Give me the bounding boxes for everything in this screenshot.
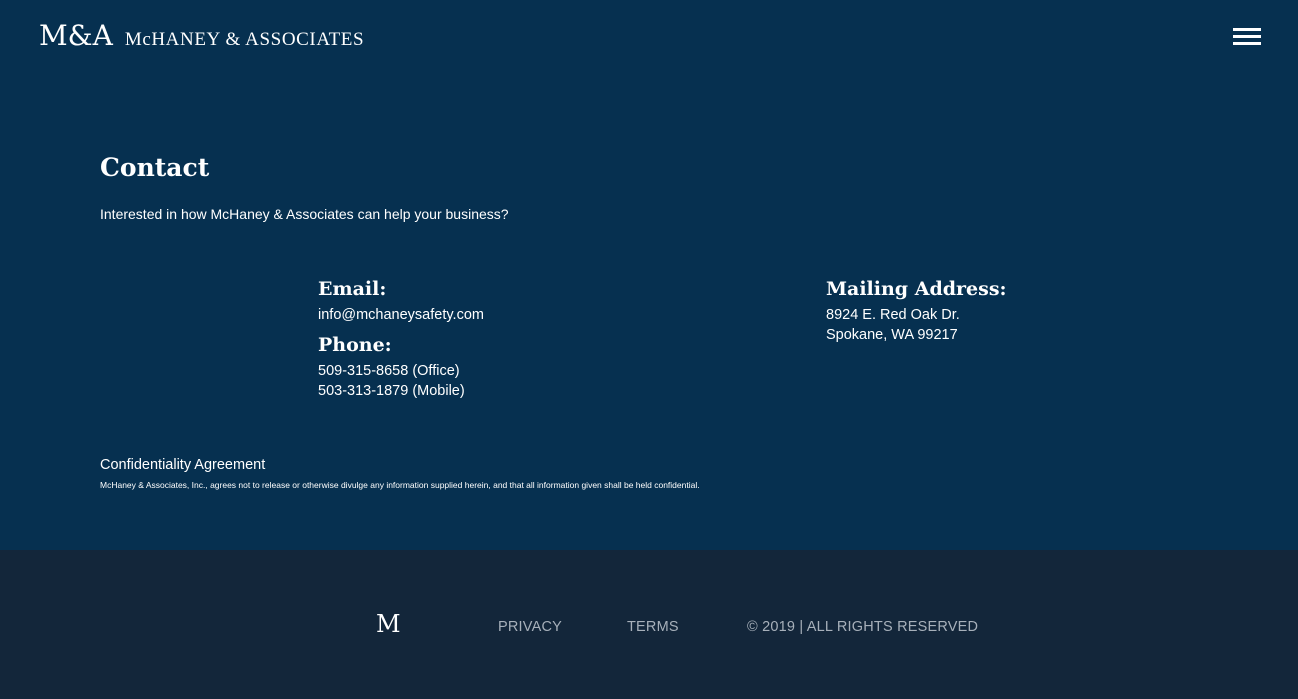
page-title: Contact [100,153,210,182]
main-section: M&A McHANEY & ASSOCIATES Contact Interes… [0,0,1298,550]
logo-wordmark: McHANEY & ASSOCIATES [124,29,365,50]
site-logo-link[interactable]: M&A McHANEY & ASSOCIATES [39,20,364,52]
privacy-link[interactable]: PRIVACY [498,617,562,637]
contact-intro-text: Interested in how McHaney & Associates c… [100,206,509,222]
mailing-address-heading: Mailing Address: [826,278,1007,300]
phone-office[interactable]: 509-315-8658 (Office) [318,361,484,381]
logo-monogram: M&A [39,19,113,52]
terms-link[interactable]: TERMS [627,617,679,637]
menu-bar-middle [1233,35,1261,38]
address-line-1: 8924 E. Red Oak Dr. [826,307,960,323]
confidentiality-title: Confidentiality Agreement [100,457,266,473]
phone-heading: Phone: [318,334,392,356]
hamburger-menu-icon[interactable] [1231,28,1261,48]
address-column: Mailing Address: 8924 E. Red Oak Dr. Spo… [826,277,1007,345]
phone-mobile[interactable]: 503-313-1879 (Mobile) [318,381,484,401]
email-heading: Email: [318,278,387,300]
footer-logo-icon[interactable]: M [376,610,401,638]
address-line-2: Spokane, WA 99217 [826,327,958,343]
contact-info-column: Email: info@mchaneysafety.com Phone: 509… [318,277,484,401]
menu-bar-bottom [1233,42,1261,45]
copyright-text: © 2019 | ALL RIGHTS RESERVED [747,619,979,635]
confidentiality-text: McHaney & Associates, Inc., agrees not t… [100,480,700,490]
page: M&A McHANEY & ASSOCIATES Contact Interes… [0,0,1298,699]
menu-bar-top [1233,28,1261,31]
email-link[interactable]: info@mchaneysafety.com [318,305,484,325]
